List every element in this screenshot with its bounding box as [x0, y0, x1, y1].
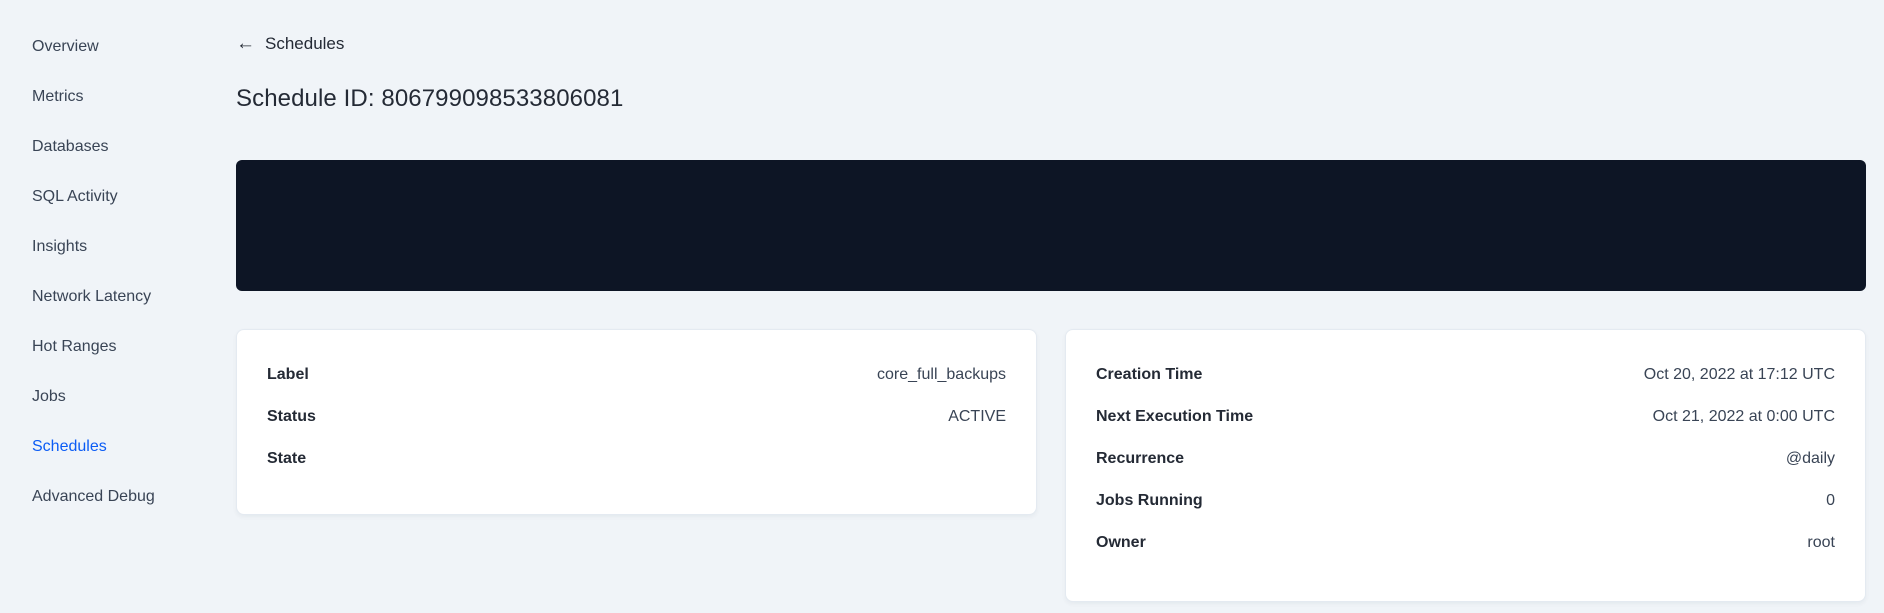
back-to-schedules-link[interactable]: ← Schedules — [236, 34, 344, 54]
detail-row: State — [267, 438, 1006, 480]
sidebar-item[interactable]: Databases — [0, 122, 200, 172]
app-root: Overview Metrics Databases SQL Activity … — [0, 0, 1884, 613]
sidebar-item[interactable]: Network Latency — [0, 272, 200, 322]
sidebar-item-label: Network Latency — [32, 288, 152, 305]
detail-row-label: Recurrence — [1096, 449, 1185, 467]
schedule-timing-card: Creation Time Oct 20, 2022 at 17:12 UTC … — [1065, 328, 1866, 602]
sidebar-nav: Overview Metrics Databases SQL Activity … — [0, 0, 200, 613]
detail-cards: Label core_full_backups Status ACTIVE St… — [236, 328, 1866, 602]
sidebar-item[interactable]: Hot Ranges — [0, 322, 200, 372]
detail-row: Next Execution Time Oct 21, 2022 at 0:00… — [1096, 396, 1835, 438]
detail-row-label: Creation Time — [1096, 365, 1203, 383]
backup-statement-code-block: { "backup_statement": "BACKUP INTO 's3:/… — [236, 159, 1866, 291]
detail-row-label: Status — [267, 407, 316, 425]
sidebar-item-label: Insights — [32, 238, 88, 255]
detail-row-value: 0 — [1826, 491, 1835, 509]
detail-row-value: core_full_backups — [877, 365, 1006, 383]
detail-row-value: ACTIVE — [948, 407, 1006, 425]
sidebar-item[interactable]: Metrics — [0, 72, 200, 122]
sidebar-item[interactable]: Insights — [0, 222, 200, 272]
detail-row: Owner root — [1096, 522, 1835, 564]
sidebar-item-label: Overview — [32, 38, 99, 55]
sidebar-item[interactable]: Jobs — [0, 372, 200, 422]
sidebar-item-label: Schedules — [32, 438, 107, 455]
sidebar-item[interactable]: Overview — [0, 22, 200, 72]
sidebar-item-label: Jobs — [32, 388, 66, 405]
sidebar-item-label: SQL Activity — [32, 188, 118, 205]
detail-row-value: Oct 21, 2022 at 0:00 UTC — [1652, 407, 1835, 425]
page-title: Schedule ID: 806799098533806081 — [236, 84, 624, 112]
sidebar-item-label: Metrics — [32, 88, 84, 105]
sidebar-item-label: Hot Ranges — [32, 338, 117, 355]
back-arrow-icon: ← — [236, 32, 255, 54]
detail-row-value: Oct 20, 2022 at 17:12 UTC — [1643, 365, 1835, 383]
sidebar-item-label: Databases — [32, 138, 109, 155]
sidebar-item[interactable]: Schedules — [0, 422, 200, 472]
detail-row-label: Next Execution Time — [1096, 407, 1254, 425]
detail-row: Recurrence @daily — [1096, 438, 1835, 480]
detail-row-label: Jobs Running — [1096, 491, 1203, 509]
main-content: ← Schedules Schedule ID: 806799098533806… — [200, 0, 1884, 613]
back-link-label: Schedules — [265, 34, 345, 53]
sidebar-item[interactable]: SQL Activity — [0, 172, 200, 222]
detail-row: Creation Time Oct 20, 2022 at 17:12 UTC — [1096, 354, 1835, 396]
detail-row-label: State — [267, 449, 307, 467]
detail-row: Label core_full_backups — [267, 354, 1006, 396]
detail-row-value: @daily — [1785, 449, 1835, 467]
detail-row-value: root — [1807, 533, 1835, 551]
detail-row: Status ACTIVE — [267, 396, 1006, 438]
detail-row-label: Label — [267, 365, 309, 383]
schedule-details-card: Label core_full_backups Status ACTIVE St… — [236, 328, 1037, 515]
detail-row: Jobs Running 0 — [1096, 480, 1835, 522]
sidebar-item[interactable]: Advanced Debug — [0, 472, 200, 522]
sidebar-item-label: Advanced Debug — [32, 488, 155, 505]
detail-row-label: Owner — [1096, 533, 1146, 551]
